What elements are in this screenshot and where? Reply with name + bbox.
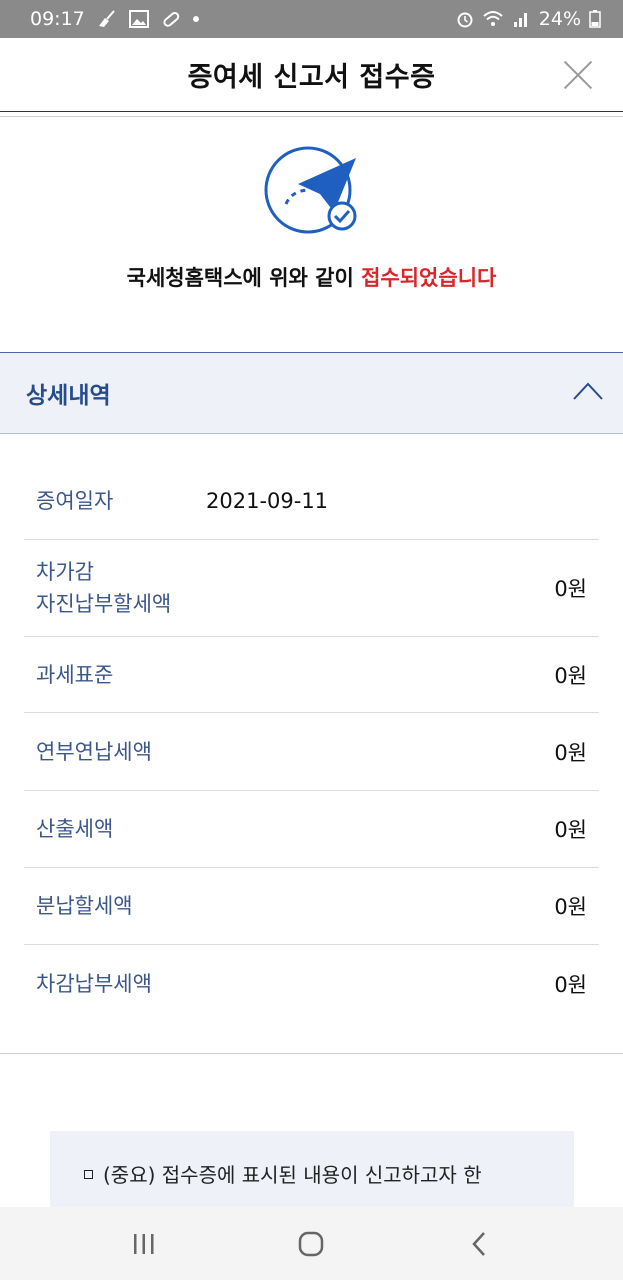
detail-value: 0원 [554, 663, 587, 688]
pill-icon [161, 10, 181, 28]
detail-row-tax-base: 과세표준 0원 [24, 637, 599, 713]
home-icon[interactable] [291, 1224, 331, 1264]
square-bullet-icon [84, 1170, 93, 1179]
details-toggle[interactable]: 상세내역 [0, 352, 623, 434]
detail-label: 차가감자진납부할세액 [36, 556, 171, 620]
detail-label: 산출세액 [36, 817, 114, 841]
detail-row-net-payment-tax: 차감납부세액 0원 [24, 945, 599, 1023]
detail-value: 0원 [554, 740, 587, 765]
close-icon[interactable] [563, 60, 593, 90]
detail-value: 0원 [554, 973, 587, 997]
system-nav-bar [0, 1207, 623, 1280]
submitted-paper-plane-icon [262, 144, 362, 236]
signal-icon [511, 10, 531, 28]
detail-label: 과세표준 [36, 662, 114, 687]
image-icon [128, 10, 149, 28]
notice-box: (중요) 접수증에 표시된 내용이 신고하고자 한 [50, 1131, 574, 1211]
detail-row-installment-tax: 연부연납세액 0원 [24, 713, 599, 791]
detail-label: 연부연납세액 [36, 739, 152, 764]
detail-row-net-self-payment: 차가감자진납부할세액 0원 [24, 540, 599, 637]
wifi-icon [483, 10, 503, 28]
alarm-icon [455, 10, 475, 28]
detail-row-calculated-tax: 산출세액 0원 [24, 791, 599, 868]
page-header: 증여세 신고서 접수증 [0, 38, 623, 112]
detail-label-line2: 자진납부할세액 [36, 592, 172, 616]
detail-label: 분납할세액 [36, 894, 133, 918]
detail-value: 0원 [554, 818, 587, 842]
detail-row-split-payment-tax: 분납할세액 0원 [24, 868, 599, 945]
confirmation-message: 국세청홈택스에 위와 같이 접수되었습니다 [0, 262, 623, 292]
battery-icon [589, 10, 609, 28]
broom-icon [97, 10, 117, 28]
detail-value: 0원 [554, 895, 587, 919]
confirmation-message-highlight: 접수되었습니다 [361, 266, 497, 290]
section-divider [0, 1053, 623, 1054]
battery-percent: 24% [538, 8, 581, 30]
details-title: 상세내역 [26, 383, 111, 409]
chevron-up-icon[interactable] [573, 381, 603, 401]
details-list: 증여일자 2021-09-11 차가감자진납부할세액 0원 과세표준 0원 연부… [24, 462, 599, 1023]
clock: 09:17 [30, 8, 85, 30]
detail-label-line1: 차가감 [36, 560, 94, 584]
back-icon[interactable] [459, 1224, 499, 1264]
detail-value: 0원 [554, 577, 587, 601]
confirmation-message-prefix: 국세청홈택스에 위와 같이 [126, 266, 362, 290]
header-divider [0, 116, 623, 117]
recent-apps-icon[interactable] [124, 1224, 164, 1264]
page-title: 증여세 신고서 접수증 [187, 62, 436, 93]
detail-label: 증여일자 [36, 488, 114, 513]
notice-text: (중요) 접수증에 표시된 내용이 신고하고자 한 [103, 1163, 482, 1187]
detail-label: 차감납부세액 [36, 972, 152, 996]
notification-dot-icon [192, 16, 199, 22]
status-bar: 09:17 24% [0, 0, 623, 38]
detail-row-gift-date: 증여일자 2021-09-11 [24, 462, 599, 540]
detail-value: 2021-09-11 [206, 488, 329, 513]
